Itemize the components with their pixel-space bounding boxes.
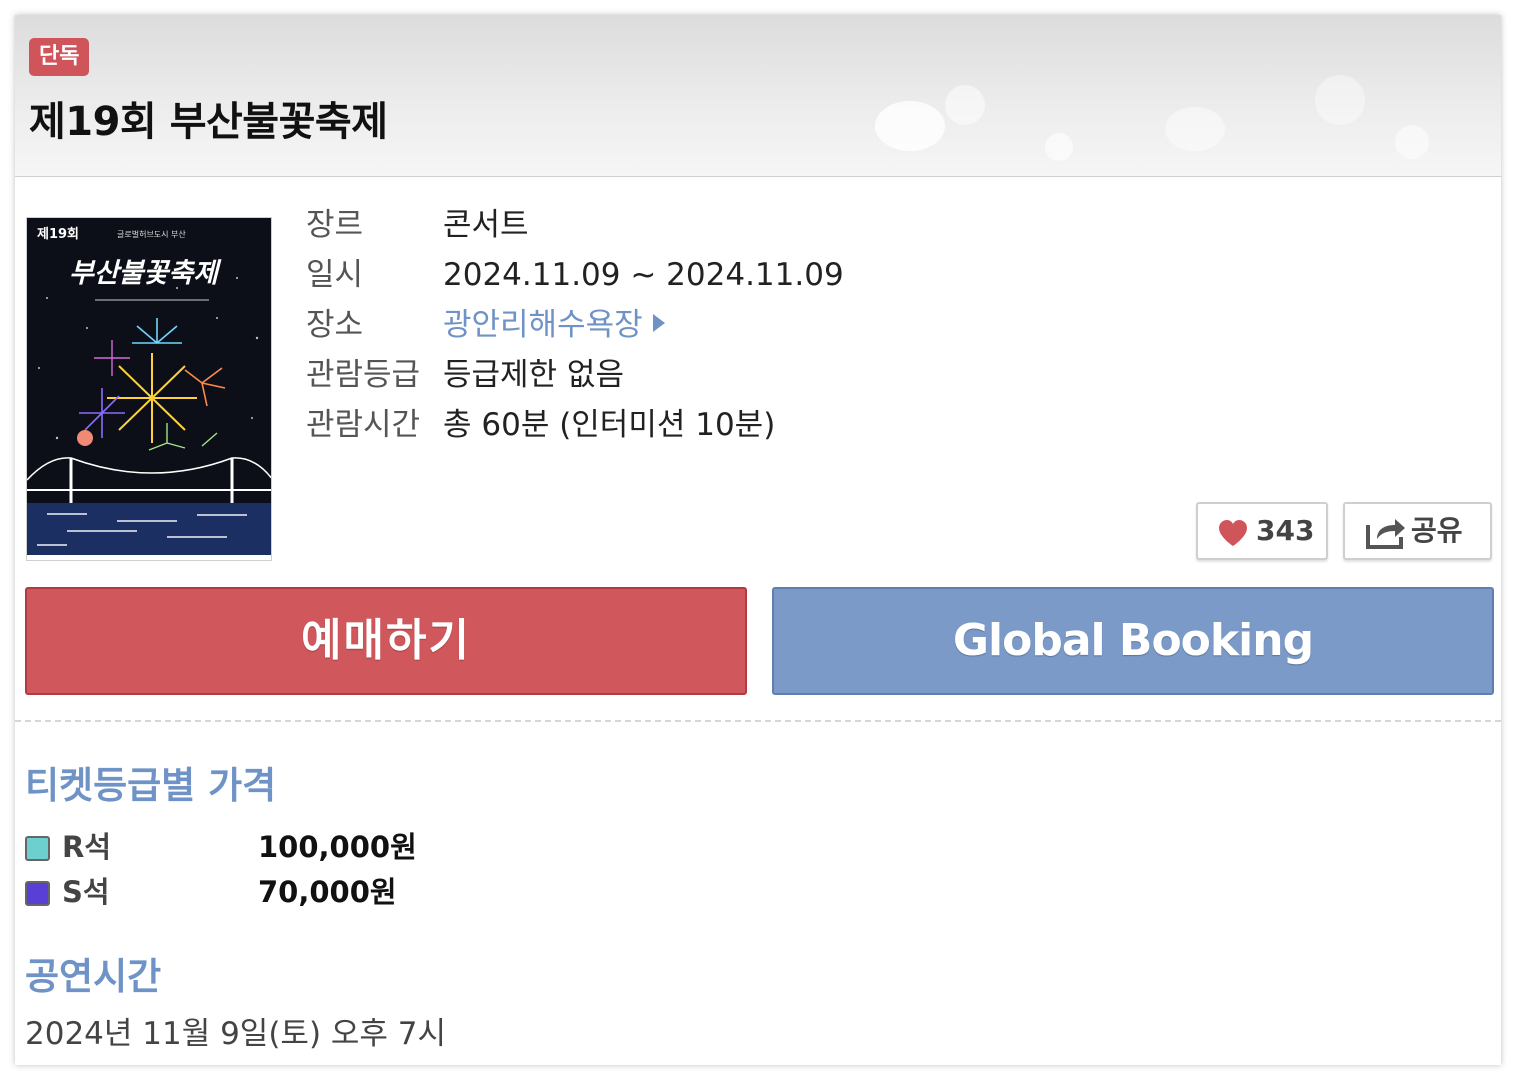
like-button[interactable]: 343 <box>1196 502 1328 560</box>
poster-edition: 제19회 <box>37 226 79 242</box>
info-value-date: 2024.11.09 ~ 2024.11.09 <box>443 257 844 293</box>
info-label-runtime: 관람시간 <box>306 407 421 443</box>
seat-price: 70,000원 <box>258 875 397 909</box>
seat-color-swatch <box>25 881 50 906</box>
header-banner: 단독 제19회 부산불꽃축제 <box>15 15 1501 177</box>
page-title: 제19회 부산불꽃축제 <box>29 99 388 145</box>
share-button[interactable]: 공유 <box>1343 502 1492 560</box>
seat-grade: R석 <box>62 830 112 864</box>
performance-card: 단독 제19회 부산불꽃축제 제19회 글로벌허브도시 부산 부산불꽃축제 장르… <box>15 15 1501 1065</box>
triangle-right-icon[interactable] <box>652 314 665 332</box>
info-value-runtime: 총 60분 (인터미션 10분) <box>443 407 776 443</box>
info-label-rating: 관람등급 <box>306 357 421 393</box>
poster-art: 제19회 글로벌허브도시 부산 부산불꽃축제 <box>27 218 271 560</box>
info-label-genre: 장르 <box>306 207 364 243</box>
like-count: 343 <box>1256 514 1315 547</box>
global-booking-button[interactable]: Global Booking <box>772 587 1494 695</box>
info-value-genre: 콘서트 <box>443 207 529 243</box>
seat-price: 100,000원 <box>258 830 417 864</box>
info-label-venue: 장소 <box>306 307 364 343</box>
poster-subtitle: 글로벌허브도시 부산 <box>117 229 186 239</box>
seat-color-swatch <box>25 836 50 861</box>
share-icon <box>1366 519 1405 549</box>
price-section-title: 티켓등급별 가격 <box>25 764 277 807</box>
showtime-section-title: 공연시간 <box>25 955 162 998</box>
divider <box>15 720 1501 722</box>
poster-calligraphy: 부산불꽃축제 <box>69 258 222 289</box>
showtime-text: 2024년 11월 9일(토) 오후 7시 <box>25 1016 447 1052</box>
seat-grade: S석 <box>62 875 110 909</box>
info-value-rating: 등급제한 없음 <box>443 357 624 393</box>
venue-name[interactable]: 광안리해수욕장 <box>443 307 643 343</box>
exclusive-badge: 단독 <box>29 38 90 76</box>
share-label: 공유 <box>1411 514 1463 547</box>
venue-link[interactable]: 광안리해수욕장 <box>443 305 665 345</box>
info-label-date: 일시 <box>306 257 364 293</box>
heart-icon <box>1219 520 1247 546</box>
book-button[interactable]: 예매하기 <box>25 587 747 695</box>
poster-image[interactable]: 제19회 글로벌허브도시 부산 부산불꽃축제 <box>26 217 272 561</box>
